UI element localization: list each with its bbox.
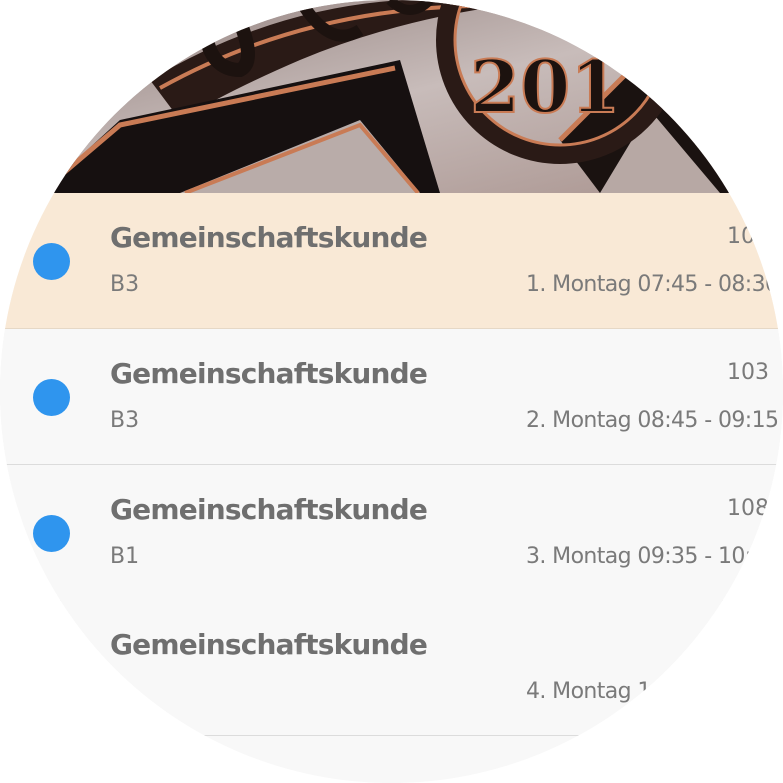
lesson-room: 103 [727,360,769,385]
lesson-group: B3 [110,408,140,433]
lesson-row[interactable]: Gemeinschaftskunde B3 10 1. Montag 07:45… [0,193,783,329]
lesson-room: 108 [727,496,769,521]
lesson-period: 2. Montag 08:45 - 09:15 [526,408,779,433]
header-image: 201 [0,0,783,193]
lesson-period: 4. Montag 1 [526,679,651,704]
lesson-period: 1. Montag 07:45 - 08:30 [526,272,779,297]
watch-screen: 201 Gemeinschaftskunde B3 10 1. Montag 0… [0,0,783,783]
status-dot-icon [33,379,70,416]
lesson-group: B1 [110,544,140,569]
lesson-subject: Gemeinschaftskunde [110,493,428,526]
lesson-subject: Gemeinschaftskunde [110,221,428,254]
lesson-group: B3 [110,272,140,297]
lesson-subject: Gemeinschaftskunde [110,357,428,390]
plaque-text: 201 [470,44,620,129]
status-dot-icon [33,243,70,280]
lesson-subject: Gemeinschaftskunde [110,628,428,661]
lesson-row[interactable]: Gemeinschaftskunde B3 103 2. Montag 08:4… [0,329,783,465]
lesson-period: 3. Montag 09:35 - 10: [526,544,752,569]
status-dot-icon [33,515,70,552]
lesson-room: 10 [727,224,755,249]
bronze-plaque-photo: 201 [0,0,783,193]
lesson-row[interactable]: Gemeinschaftskunde 4. Montag 1 [0,600,783,736]
lesson-row[interactable]: Gemeinschaftskunde B1 108 3. Montag 09:3… [0,465,783,601]
lesson-list[interactable]: Gemeinschaftskunde B3 10 1. Montag 07:45… [0,193,783,736]
row-divider [60,735,723,736]
